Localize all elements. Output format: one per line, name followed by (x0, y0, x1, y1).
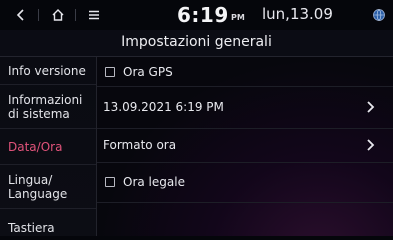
sidebar-item-label: Info versione (8, 63, 86, 78)
date-time-row[interactable]: 13.09.2021 6:19 PM (97, 86, 393, 129)
menu-icon (89, 10, 99, 20)
home-icon (52, 9, 64, 21)
divider (38, 9, 39, 21)
sidebar-item-label: Tastiera (8, 221, 55, 235)
clock-time: 6:19 (177, 3, 229, 27)
sidebar-item-label: Informazioni di sistema (8, 92, 83, 121)
gps-time-row[interactable]: Ora GPS (97, 57, 393, 87)
row-label: 13.09.2021 6:19 PM (103, 100, 224, 114)
header: Impostazioni generali (0, 30, 393, 57)
home-button[interactable] (47, 5, 69, 25)
settings-list: Ora GPS 13.09.2021 6:19 PM Formato ora O… (97, 57, 393, 236)
dst-checkbox[interactable] (105, 177, 115, 187)
sidebar-item-label: Data/Ora (8, 139, 63, 154)
sidebar-item-lingua-language[interactable]: Lingua/ Language (0, 165, 96, 209)
status-bar: 6:19 PM lun,13.09 (0, 0, 393, 30)
chevron-right-icon (367, 139, 375, 151)
gps-time-checkbox[interactable] (105, 66, 115, 77)
dst-row[interactable]: Ora legale (97, 162, 393, 203)
sidebar-item-label: Lingua/ Language (8, 172, 68, 201)
page-title: Impostazioni generali (121, 34, 272, 50)
menu-button[interactable] (83, 5, 105, 25)
sidebar: Info versione Informazioni di sistema Da… (0, 57, 97, 236)
row-label: Ora legale (123, 175, 185, 189)
time-format-row[interactable]: Formato ora (97, 128, 393, 163)
sidebar-item-data-ora[interactable]: Data/Ora (0, 129, 96, 165)
row-label: Formato ora (103, 138, 177, 152)
sidebar-item-info-versione[interactable]: Info versione (0, 57, 96, 85)
divider (75, 9, 76, 21)
row-label: Ora GPS (123, 64, 173, 79)
back-icon (16, 9, 24, 21)
sidebar-item-tastiera[interactable]: Tastiera (0, 209, 96, 237)
chevron-right-icon (367, 101, 375, 113)
status-date: lun,13.09 (262, 5, 333, 23)
back-button[interactable] (10, 5, 32, 25)
clock-ampm: PM (231, 13, 245, 22)
globe-icon[interactable] (372, 8, 386, 22)
sidebar-item-informazioni-di-sistema[interactable]: Informazioni di sistema (0, 85, 96, 129)
